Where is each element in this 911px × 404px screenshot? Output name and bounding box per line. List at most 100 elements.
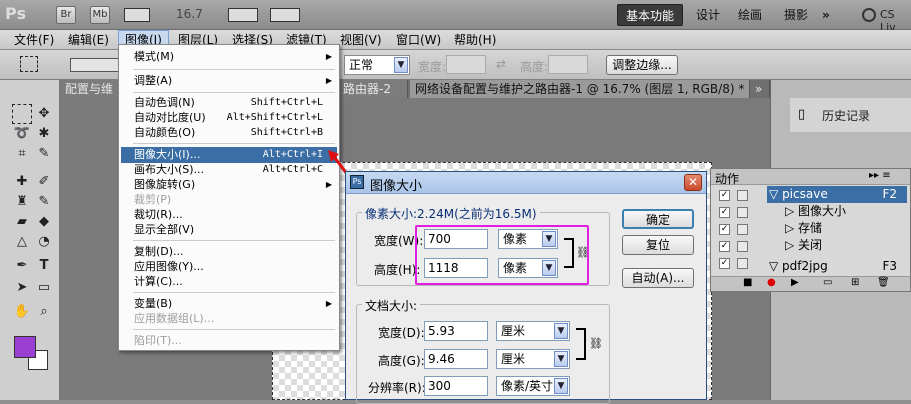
action-checkbox[interactable]: ✓ [719, 241, 730, 252]
ok-button[interactable]: 确定 [622, 209, 694, 229]
refine-edge-button[interactable]: 调整边缘... [606, 55, 678, 75]
menu-item-canvas-size[interactable]: 画布大小(S)... Alt+Ctrl+C [121, 162, 337, 178]
doc-width-input[interactable]: 5.93 [424, 321, 488, 341]
move-tool-icon[interactable]: ✥ [34, 104, 54, 124]
pen-tool-icon[interactable]: ✒ [12, 256, 32, 276]
shape-tool-icon[interactable]: ▭ [34, 278, 54, 298]
stop-icon[interactable]: ■ [743, 277, 752, 288]
screen-mode-icon[interactable] [270, 8, 300, 22]
menu-item-apply-image[interactable]: 应用图像(Y)... [121, 259, 337, 275]
menu-view[interactable]: 视图(V) [334, 30, 388, 50]
action-row-picsave[interactable]: ▽ picsave F2 [767, 186, 907, 203]
trash-icon[interactable]: 🗑 [877, 277, 890, 288]
action-step-image-size[interactable]: ▷ 图像大小 [785, 203, 911, 220]
panel-menu-icon[interactable]: ▸▸ ≡ [869, 170, 891, 181]
style-select[interactable]: 正常 ▼ [344, 55, 410, 75]
play-icon[interactable]: ▶ [791, 277, 799, 288]
arrange-documents-icon[interactable] [228, 8, 258, 22]
crop-tool-icon[interactable]: ⌗ [12, 144, 32, 164]
clone-stamp-tool-icon[interactable]: ♜ [12, 192, 32, 212]
menu-item-trim[interactable]: 裁切(R)... [121, 207, 337, 223]
action-checkbox[interactable]: ✓ [719, 190, 730, 201]
menu-item-image-rotation[interactable]: 图像旋转(G) ▶ [121, 177, 337, 193]
menu-item-trap[interactable]: 陷印(T)... [121, 333, 337, 349]
dodge-tool-icon[interactable]: ◔ [34, 232, 54, 252]
paint-bucket-tool-icon[interactable]: ◆ [34, 212, 54, 232]
new-set-icon[interactable]: ▭ [823, 277, 832, 288]
workspace-design[interactable]: 设计 [688, 4, 728, 26]
more-workspaces-button[interactable]: » [814, 4, 838, 26]
menu-item-adjustments[interactable]: 调整(A) ▶ [121, 73, 337, 89]
marquee-tool-icon[interactable] [20, 56, 38, 72]
history-icon[interactable]: ▯ [798, 107, 805, 122]
dialog-toggle-box[interactable] [737, 190, 748, 201]
menu-item-variables[interactable]: 变量(B) ▶ [121, 296, 337, 312]
width-field[interactable] [446, 55, 486, 74]
menu-item-reveal-all[interactable]: 显示全部(V) [121, 222, 337, 238]
resolution-input[interactable]: 300 [424, 376, 488, 396]
doc-height-input[interactable]: 9.46 [424, 349, 488, 369]
brush-tool-icon[interactable]: ✐ [34, 172, 54, 192]
auto-button[interactable]: 自动(A)... [622, 268, 694, 288]
action-row-pdf2jpg[interactable]: ▽ pdf2jpg F3 [767, 258, 907, 275]
path-selection-tool-icon[interactable]: ➤ [12, 278, 32, 298]
dialog-toggle-box[interactable] [737, 224, 748, 235]
mini-bridge-button[interactable]: Mb [90, 6, 110, 24]
zoom-level[interactable]: 16.7 [176, 7, 203, 21]
workspace-photography[interactable]: 摄影 [776, 4, 816, 26]
height-field[interactable] [548, 55, 588, 74]
actions-tab[interactable]: 动作 [715, 170, 739, 187]
document-tab-active[interactable]: 网络设备配置与维护之路由器-1 @ 16.7% (图层 1, RGB/8) * … [410, 80, 750, 98]
workspace-essentials[interactable]: 基本功能 [617, 4, 684, 26]
doc-width-unit-select[interactable]: 厘米 ▼ [496, 321, 570, 341]
dialog-titlebar[interactable]: Ps 图像大小 ✕ [346, 172, 706, 194]
action-checkbox[interactable]: ✓ [719, 224, 730, 235]
menu-item-calculations[interactable]: 计算(C)... [121, 274, 337, 290]
document-tab-1[interactable]: 配置与维护 [60, 80, 120, 98]
tabs-overflow-button[interactable]: » [750, 80, 770, 98]
action-checkbox[interactable]: ✓ [719, 258, 730, 269]
dialog-toggle-box[interactable] [737, 207, 748, 218]
selection-mode-icons[interactable] [70, 58, 120, 72]
eyedropper-tool-icon[interactable]: ✎ [34, 144, 54, 164]
menu-help[interactable]: 帮助(H) [448, 30, 502, 50]
menu-item-auto-color[interactable]: 自动颜色(O) Shift+Ctrl+B [121, 125, 337, 141]
history-panel-title[interactable]: 历史记录 [822, 107, 870, 124]
action-step-save[interactable]: ▷ 存储 [785, 220, 911, 237]
menu-item-apply-data-set[interactable]: 应用数据组(L)... [121, 311, 337, 327]
healing-brush-tool-icon[interactable]: ✚ [12, 172, 32, 192]
bridge-button[interactable]: Br [56, 6, 76, 24]
workspace-painting[interactable]: 绘画 [730, 4, 770, 26]
reset-button[interactable]: 复位 [622, 235, 694, 255]
dialog-toggle-box[interactable] [737, 258, 748, 269]
menu-item-crop[interactable]: 裁剪(P) [121, 192, 337, 208]
resolution-unit-select[interactable]: 像素/英寸 ▼ [496, 376, 570, 396]
menu-edit[interactable]: 编辑(E) [62, 30, 115, 50]
doc-height-unit-select[interactable]: 厘米 ▼ [496, 349, 570, 369]
blur-tool-icon[interactable]: △ [12, 232, 32, 252]
close-icon[interactable]: ✕ [684, 174, 702, 191]
lasso-tool-icon[interactable]: ➰ [12, 124, 32, 144]
record-icon[interactable]: ● [767, 277, 776, 288]
menu-file[interactable]: 文件(F) [8, 30, 60, 50]
type-tool-icon[interactable]: T [34, 256, 54, 276]
menu-item-duplicate[interactable]: 复制(D)... [121, 244, 337, 260]
menu-item-auto-contrast[interactable]: 自动对比度(U) Alt+Shift+Ctrl+L [121, 110, 337, 126]
action-step-close[interactable]: ▷ 关闭 [785, 237, 911, 254]
menu-window[interactable]: 窗口(W) [390, 30, 447, 50]
menu-item-image-size[interactable]: 图像大小(I)... Alt+Ctrl+I [121, 147, 337, 163]
zoom-tool-icon[interactable]: ⌕ [34, 302, 54, 322]
menu-item-auto-tone[interactable]: 自动色调(N) Shift+Ctrl+L [121, 95, 337, 111]
view-extras-icon[interactable] [124, 8, 150, 22]
rectangular-marquee-tool-icon[interactable] [12, 104, 32, 124]
history-brush-tool-icon[interactable]: ✎ [34, 192, 54, 212]
cs-live-icon[interactable] [862, 8, 876, 22]
document-tab-2[interactable]: 路由器-2 ⊠ [338, 80, 408, 98]
dialog-toggle-box[interactable] [737, 241, 748, 252]
eraser-tool-icon[interactable]: ▰ [12, 212, 32, 232]
foreground-color-swatch[interactable] [14, 336, 36, 358]
new-action-icon[interactable]: ⊞ [851, 277, 859, 288]
hand-tool-icon[interactable]: ✋ [12, 302, 32, 322]
menu-item-mode[interactable]: 模式(M) ▶ [121, 49, 337, 65]
action-checkbox[interactable]: ✓ [719, 207, 730, 218]
